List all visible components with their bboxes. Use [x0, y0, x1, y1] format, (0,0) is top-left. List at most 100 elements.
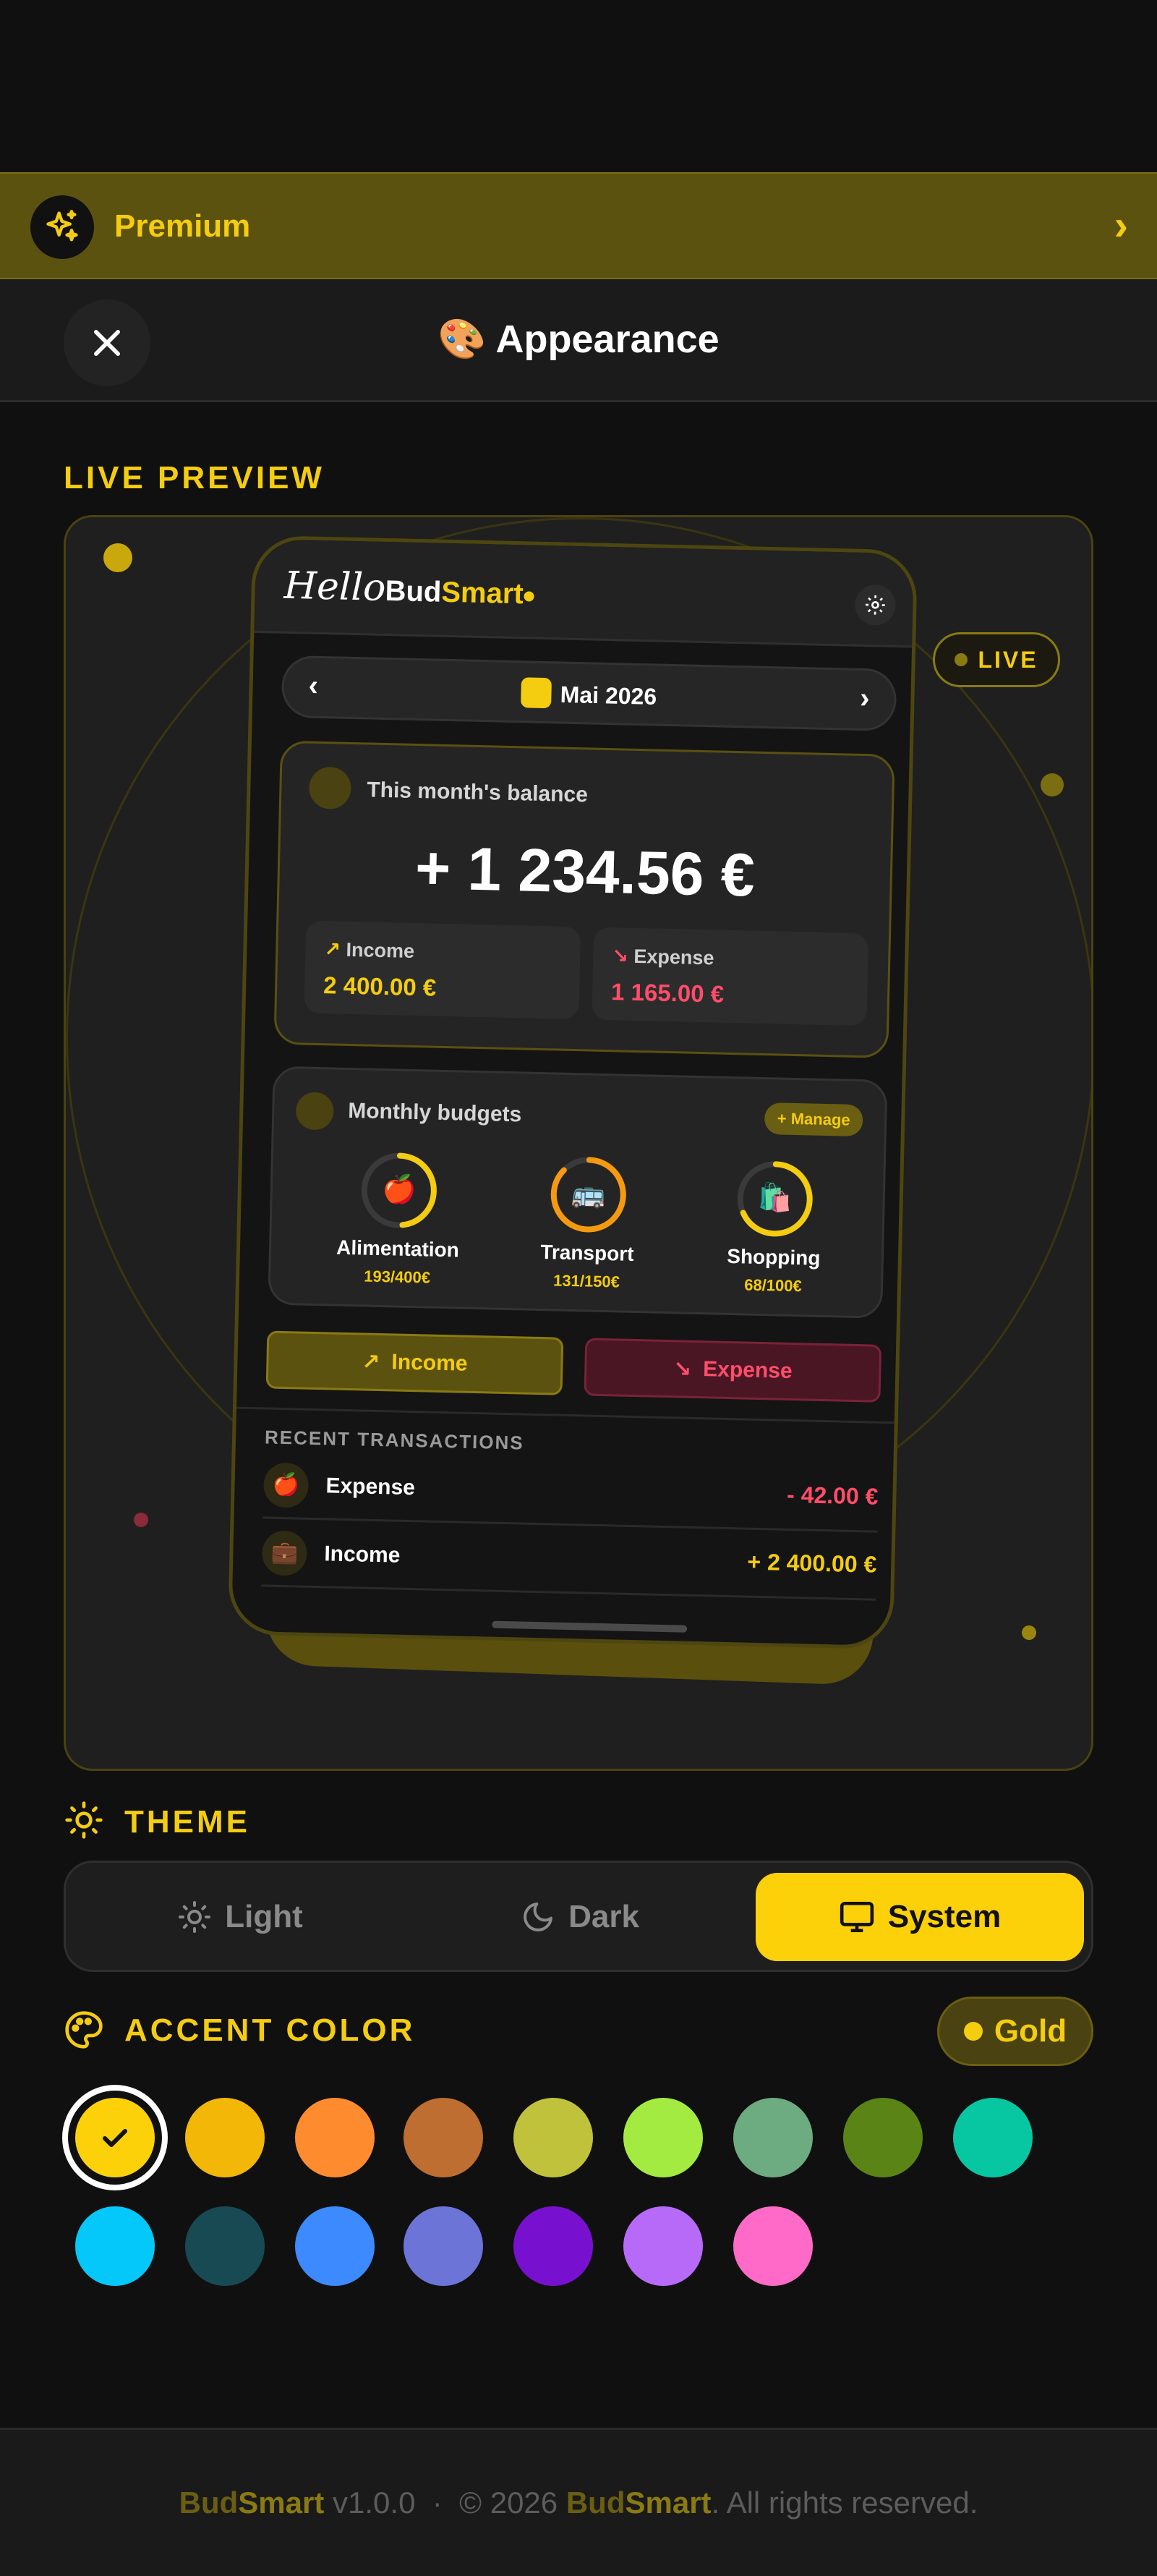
budget-item: 🛍️ Shopping 68/100€: [704, 1157, 845, 1296]
transaction-icon: 🍎: [262, 1462, 309, 1508]
budget-progress-ring: 🍎: [359, 1149, 440, 1230]
accent-swatch[interactable]: [75, 2206, 155, 2286]
expense-summary: ↘ Expense 1 165.00 €: [592, 927, 869, 1026]
check-icon: [103, 2129, 127, 2147]
recent-transactions-header: RECENT TRANSACTIONS: [264, 1426, 525, 1454]
budget-name: Alimentation: [336, 1236, 460, 1262]
sun-icon: [179, 1901, 211, 1933]
divider: [236, 1406, 895, 1424]
budgets-card: Monthly budgets + Manage 🍎 Alimentation 19…: [268, 1066, 888, 1319]
budget-item: 🍎 Alimentation 193/400€: [328, 1149, 469, 1288]
transaction-amount: + 2 400.00 €: [747, 1548, 877, 1578]
income-label: ↗ Income: [324, 938, 415, 962]
theme-selector: Light Dark System: [64, 1861, 1093, 1972]
transaction-label: Income: [324, 1542, 401, 1568]
live-badge: LIVE: [933, 632, 1060, 687]
arrow-up-right-icon: ↗: [362, 1349, 380, 1374]
budget-name: Shopping: [727, 1244, 821, 1270]
accent-swatch[interactable]: [513, 2098, 593, 2177]
accent-swatch[interactable]: [733, 2098, 813, 2177]
expense-value: 1 165.00 €: [610, 978, 725, 1008]
live-dot: [955, 653, 968, 666]
decorative-dot: [1041, 773, 1064, 796]
balance-amount: + 1 234.56 €: [414, 833, 756, 909]
appearance-header: 🎨 Appearance: [0, 279, 1157, 402]
balance-card: This month's balance + 1 234.56 € ↗ Inco…: [273, 740, 895, 1058]
accent-swatch[interactable]: [185, 2098, 265, 2177]
page-title: 🎨 Appearance: [437, 318, 720, 361]
budget-name: Transport: [540, 1241, 634, 1265]
manage-budgets-button: + Manage: [764, 1102, 863, 1137]
income-value: 2 400.00 €: [323, 972, 437, 1001]
decorative-dot: [103, 543, 132, 572]
selected-accent-name: Gold: [994, 2013, 1067, 2049]
accent-swatch[interactable]: [513, 2206, 593, 2286]
hello-text: Hello: [283, 564, 387, 610]
moon-icon: [524, 1903, 553, 1931]
accent-swatch[interactable]: [404, 2098, 483, 2177]
theme-option-dark[interactable]: Dark: [416, 1873, 744, 1961]
home-indicator: [492, 1620, 688, 1633]
budget-value: 193/400€: [363, 1267, 431, 1287]
premium-banner[interactable]: Premium ›: [0, 172, 1157, 279]
budget-value: 68/100€: [743, 1275, 803, 1296]
month-selector: ‹ Mai 2026 ›: [281, 655, 897, 731]
transaction-row: 💼 Income + 2 400.00 €: [261, 1520, 878, 1601]
footer-rights: . All rights reserved.: [711, 2486, 978, 2520]
expense-label: ↘ Expense: [611, 945, 714, 969]
calendar-icon: [521, 677, 552, 709]
phone-header: Hello BudSmart: [254, 538, 915, 648]
chevron-right-icon: ›: [1114, 202, 1128, 249]
accent-label: ACCENT COLOR: [124, 2012, 416, 2048]
theme-option-system[interactable]: System: [756, 1873, 1084, 1961]
wallet-icon: [308, 766, 352, 809]
budget-progress-ring: 🛍️: [734, 1158, 815, 1239]
gear-icon: [854, 584, 897, 626]
footer: Bud Smart v1.0.0 · © 2026 Bud Smart. All r…: [0, 2428, 1157, 2576]
accent-swatch[interactable]: [404, 2206, 483, 2286]
brand-dot: [524, 591, 534, 602]
gauge-icon: [295, 1092, 334, 1131]
accent-swatch[interactable]: [623, 2098, 703, 2177]
transaction-amount: - 42.00 €: [786, 1481, 879, 1510]
premium-label: Premium: [114, 208, 251, 244]
phone-preview: Hello BudSmart ‹ Mai 2026 › This month's…: [227, 535, 918, 1650]
decorative-dot: [134, 1513, 148, 1527]
selected-accent-badge: Gold: [937, 1997, 1093, 2066]
budgets-title: Monthly budgets: [347, 1098, 522, 1127]
accent-swatch[interactable]: [75, 2098, 155, 2177]
month-label: Mai 2026: [283, 675, 895, 719]
arrow-down-right-icon: ↘: [673, 1356, 692, 1382]
accent-swatch[interactable]: [843, 2098, 923, 2177]
monitor-icon: [840, 1901, 874, 1933]
accent-swatch[interactable]: [623, 2206, 703, 2286]
accent-swatch[interactable]: [295, 2206, 375, 2286]
balance-title: This month's balance: [367, 778, 589, 807]
live-preview-label: LIVE PREVIEW: [64, 460, 325, 496]
budget-progress-ring: 🚌: [548, 1154, 629, 1235]
brand-name: BudSmart: [385, 574, 524, 611]
footer-version: v1.0.0 · © 2026: [324, 2486, 566, 2520]
accent-swatch[interactable]: [733, 2206, 813, 2286]
accent-dot: [963, 2022, 983, 2041]
transaction-row: 🍎 Expense - 42.00 €: [262, 1452, 879, 1533]
footer-brand: Bud: [179, 2486, 239, 2520]
chevron-right-icon: ›: [859, 681, 870, 715]
palette-icon: [65, 2011, 103, 2049]
theme-label: THEME: [124, 1804, 250, 1840]
theme-option-light[interactable]: Light: [76, 1873, 404, 1961]
transaction-icon: 💼: [261, 1530, 308, 1576]
decorative-dot: [1022, 1625, 1036, 1640]
accent-swatch[interactable]: [295, 2098, 375, 2177]
add-expense-button: ↘ Expense: [584, 1338, 882, 1403]
live-badge-label: LIVE: [978, 646, 1038, 673]
add-income-button: ↗ Income: [265, 1330, 564, 1395]
sparkles-icon: [30, 195, 94, 259]
transaction-label: Expense: [325, 1474, 416, 1500]
income-summary: ↗ Income 2 400.00 €: [304, 920, 581, 1020]
budget-value: 131/150€: [552, 1271, 620, 1291]
accent-swatch[interactable]: [953, 2098, 1033, 2177]
sun-icon: [65, 1801, 103, 1839]
budget-item: 🚌 Transport 131/150€: [518, 1153, 658, 1292]
accent-swatch[interactable]: [185, 2206, 265, 2286]
